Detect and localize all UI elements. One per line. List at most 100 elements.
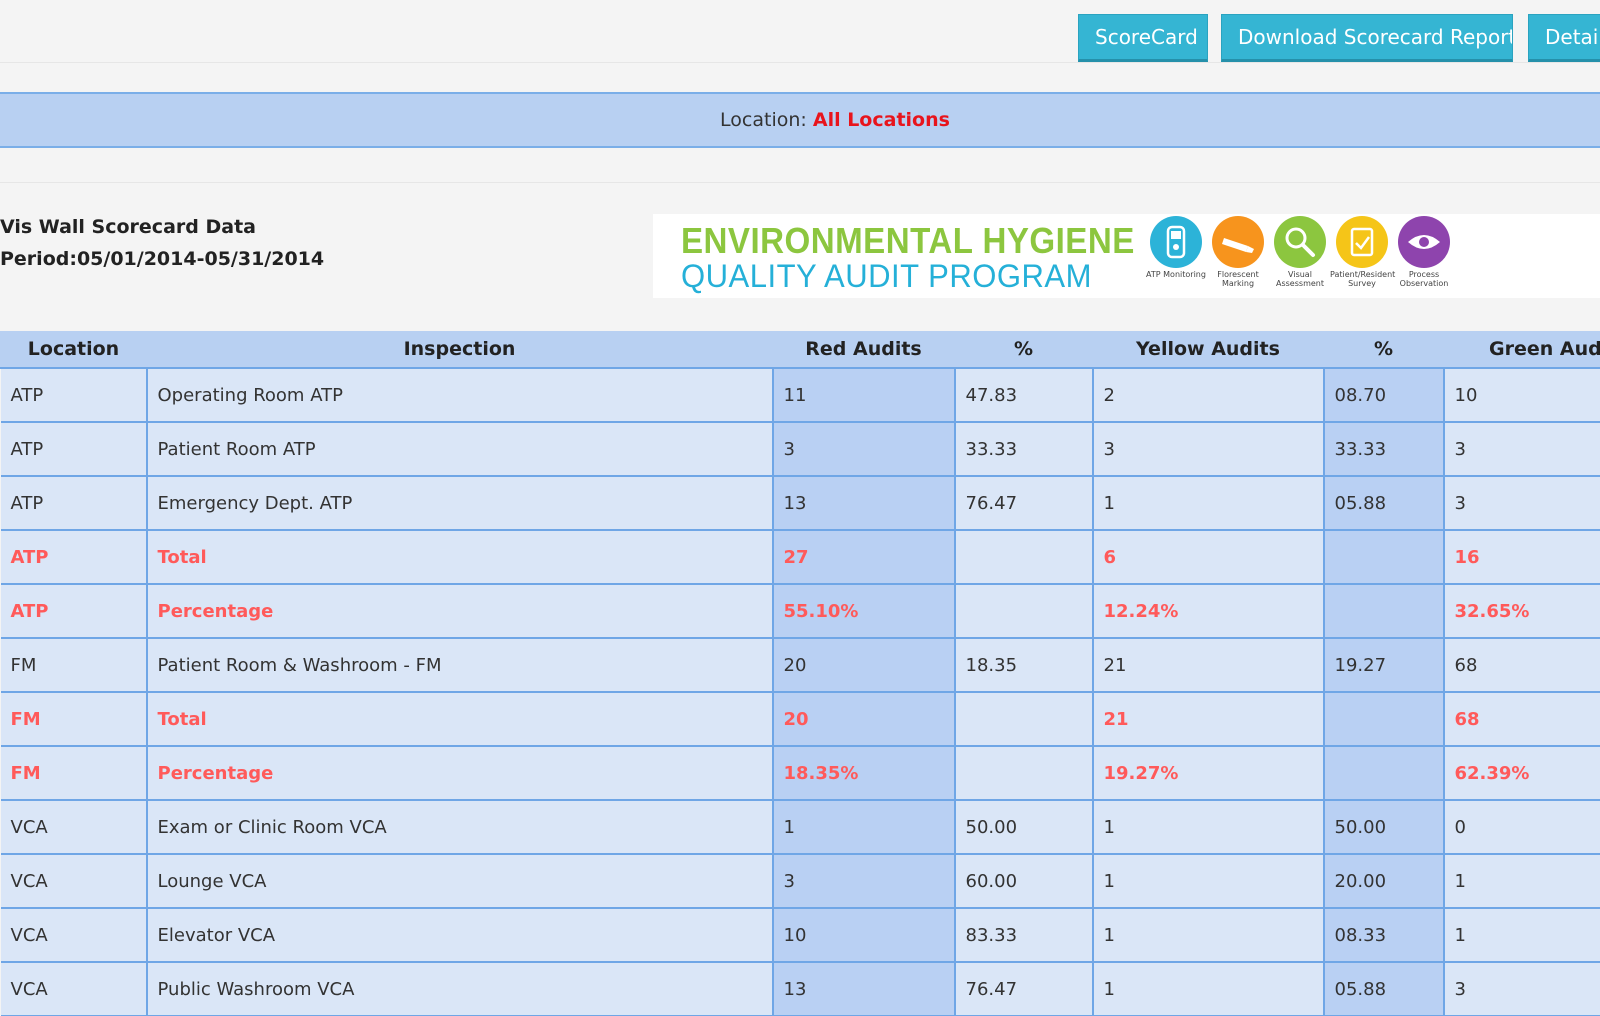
column-header[interactable]: Green Audits <box>1443 331 1600 368</box>
table-cell: VCA <box>0 799 148 855</box>
table-cell: 10 <box>771 907 956 963</box>
column-header[interactable]: % <box>1323 331 1444 368</box>
table-cell: 0 <box>1442 799 1600 855</box>
table-cell: 76.47 <box>953 961 1094 1016</box>
column-header[interactable]: Red Audits <box>772 331 955 368</box>
table-cell: 2 <box>1091 367 1325 423</box>
location-value[interactable]: All Locations <box>813 109 950 131</box>
table-cell: 08.33 <box>1322 907 1445 963</box>
table-cell <box>953 583 1094 639</box>
program-visual-assessment: Visual Assessment <box>1268 216 1332 288</box>
table-row: VCA Public Washroom VCA 13 76.47 1 05.88 3 <box>0 961 1600 1016</box>
table-cell: Total <box>145 691 774 747</box>
table-cell: 27 <box>771 529 956 585</box>
table-cell: VCA <box>0 961 148 1016</box>
table-cell: 3 <box>771 421 956 477</box>
program-banner: ENVIRONMENTAL HYGIENE QUALITY AUDIT PROG… <box>653 214 1600 298</box>
table-cell <box>1322 691 1445 747</box>
table-cell: ATP <box>0 475 148 531</box>
table-cell: 50.00 <box>953 799 1094 855</box>
scorecard-button[interactable]: ScoreCard <box>1078 14 1208 62</box>
table-row: VCA Lounge VCA 3 60.00 1 20.00 1 <box>0 853 1600 909</box>
summary-row: ATP Percentage 55.10% 12.24% 32.65% <box>0 583 1600 639</box>
table-cell: 3 <box>1442 421 1600 477</box>
column-header[interactable]: Yellow Audits <box>1092 331 1324 368</box>
program-label: ATP Monitoring <box>1146 270 1206 279</box>
column-header[interactable]: Location <box>0 331 147 368</box>
table-cell: 1 <box>1091 475 1325 531</box>
table-cell: 50.00 <box>1322 799 1445 855</box>
program-patient-resident-survey: Patient/Resident Survey <box>1330 216 1395 288</box>
table-cell: 3 <box>1442 961 1600 1016</box>
table-cell <box>953 529 1094 585</box>
detail-button[interactable]: Detail <box>1528 14 1600 62</box>
table-cell: 11 <box>771 367 956 423</box>
table-cell: 1 <box>1091 799 1325 855</box>
marker-icon <box>1212 216 1264 268</box>
table-row: ATP Emergency Dept. ATP 13 76.47 1 05.88 3 <box>0 475 1600 531</box>
table-cell: 16 <box>1442 529 1600 585</box>
table-cell: 08.70 <box>1322 367 1445 423</box>
location-bar: Location: All Locations <box>0 92 1600 148</box>
program-label: Process Observation <box>1399 270 1449 288</box>
table-cell: 20 <box>771 691 956 747</box>
table-cell: 55.10% <box>771 583 956 639</box>
table-cell <box>1322 529 1445 585</box>
table-cell: 32.65% <box>1442 583 1600 639</box>
table-cell: 60.00 <box>953 853 1094 909</box>
column-header[interactable]: Inspection <box>146 331 773 368</box>
table-cell: Patient Room ATP <box>145 421 774 477</box>
table-cell <box>953 745 1094 801</box>
table-cell <box>1322 745 1445 801</box>
table-row: FM Patient Room & Washroom - FM 20 18.35 21 1… <box>0 637 1600 693</box>
column-header[interactable]: % <box>954 331 1093 368</box>
table-cell: 10 <box>1442 367 1600 423</box>
program-atp-monitoring: ATP Monitoring <box>1144 216 1208 279</box>
table-cell: 1 <box>1091 961 1325 1016</box>
scorecard-table-container[interactable]: Location Inspection Red Audits % Yellow … <box>0 331 1600 1016</box>
table-row: VCA Exam or Clinic Room VCA 1 50.00 1 50.00 0 <box>0 799 1600 855</box>
table-cell: Percentage <box>145 583 774 639</box>
table-cell: 1 <box>1091 907 1325 963</box>
table-cell: 13 <box>771 475 956 531</box>
download-scorecard-report-button[interactable]: Download Scorecard Report <box>1221 14 1513 62</box>
table-cell: ATP <box>0 529 148 585</box>
table-cell: 68 <box>1442 637 1600 693</box>
table-cell: FM <box>0 637 148 693</box>
table-cell: 12.24% <box>1091 583 1325 639</box>
table-cell: Operating Room ATP <box>145 367 774 423</box>
toolbar: ScoreCard Download Scorecard Report Deta… <box>0 0 1600 63</box>
table-cell: 21 <box>1091 637 1325 693</box>
table-row: VCA Elevator VCA 10 83.33 1 08.33 1 <box>0 907 1600 963</box>
table-cell: 20 <box>771 637 956 693</box>
table-cell: 83.33 <box>953 907 1094 963</box>
table-cell: 1 <box>1091 853 1325 909</box>
table-cell: ATP <box>0 367 148 423</box>
table-cell: 13 <box>771 961 956 1016</box>
table-cell: 3 <box>1442 475 1600 531</box>
table-cell: Exam or Clinic Room VCA <box>145 799 774 855</box>
table-cell: 05.88 <box>1322 475 1445 531</box>
divider <box>0 182 1600 183</box>
table-cell: Public Washroom VCA <box>145 961 774 1016</box>
program-label: Florescent Marking <box>1217 270 1259 288</box>
table-cell: 76.47 <box>953 475 1094 531</box>
table-cell: Percentage <box>145 745 774 801</box>
table-cell: 18.35% <box>771 745 956 801</box>
scorecard-table: Location Inspection Red Audits % Yellow … <box>0 331 1600 1016</box>
table-cell: 18.35 <box>953 637 1094 693</box>
summary-row: ATP Total 27 6 16 <box>0 529 1600 585</box>
table-cell: Patient Room & Washroom - FM <box>145 637 774 693</box>
table-cell: Total <box>145 529 774 585</box>
table-header-row: Location Inspection Red Audits % Yellow … <box>0 331 1600 368</box>
table-cell: 62.39% <box>1442 745 1600 801</box>
table-cell: 3 <box>771 853 956 909</box>
table-cell: 05.88 <box>1322 961 1445 1016</box>
table-cell <box>953 691 1094 747</box>
table-cell: 1 <box>771 799 956 855</box>
table-cell: 21 <box>1091 691 1325 747</box>
table-cell: 68 <box>1442 691 1600 747</box>
report-period: Period:05/01/2014-05/31/2014 <box>0 248 325 270</box>
table-cell <box>1322 583 1445 639</box>
program-process-observation: Process Observation <box>1392 216 1456 288</box>
